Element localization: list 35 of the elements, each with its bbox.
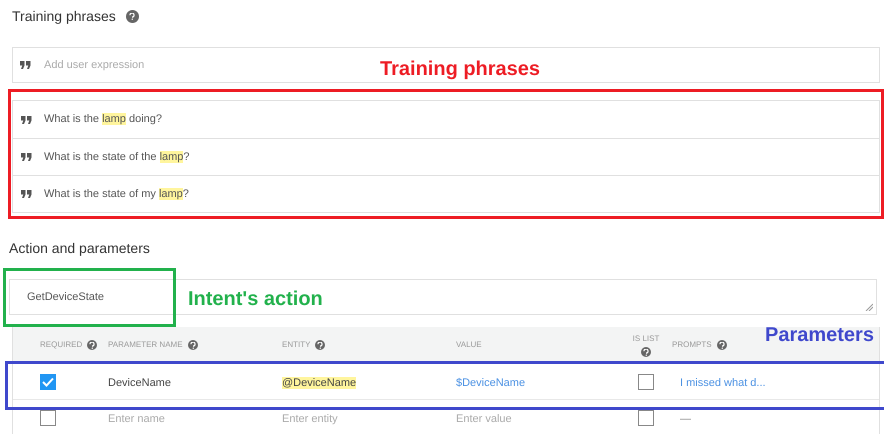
quote-icon [21, 116, 32, 124]
help-icon[interactable] [87, 340, 98, 350]
column-header: PROMPTS [672, 339, 712, 351]
quote-icon [20, 61, 31, 69]
phrase-row[interactable]: What is the state of my lamp? [13, 175, 879, 212]
checkbox[interactable] [638, 410, 654, 426]
annotation-label: Parameters [765, 323, 874, 348]
parameter-name[interactable]: DeviceName [108, 376, 171, 388]
annotation-label: Intent's action [188, 287, 323, 312]
phrase-row[interactable]: What is the state of the lamp? [13, 138, 879, 175]
help-icon[interactable] [126, 10, 139, 23]
checkbox[interactable] [40, 410, 56, 426]
phrase-text: What is the state of my lamp? [44, 186, 189, 202]
column-header: ENTITY [282, 339, 310, 351]
quote-icon [21, 153, 32, 161]
quote-icon [21, 190, 32, 198]
section-title: Training phrases [12, 7, 116, 26]
checkbox[interactable] [638, 374, 654, 390]
help-icon[interactable] [716, 340, 727, 350]
column-header: VALUE [456, 339, 482, 351]
phrase-text: What is the state of the lamp? [44, 150, 190, 165]
annotation-label: Training phrases [380, 57, 540, 82]
section-title: Action and parameters [9, 239, 150, 258]
phrase-text: What is the lamp doing? [44, 112, 162, 128]
prompt-text: — [680, 412, 691, 424]
column-header: REQUIRED [40, 339, 82, 351]
help-icon[interactable] [641, 347, 651, 357]
help-icon[interactable] [315, 340, 326, 350]
column-header: IS LIST [632, 333, 660, 345]
column-header: PARAMETER NAME [108, 339, 183, 351]
entity-name[interactable]: @DeviceName [282, 376, 356, 388]
phrase-row[interactable]: What is the lamp doing? [13, 101, 879, 138]
checkbox[interactable] [40, 374, 56, 390]
help-icon[interactable] [188, 340, 198, 350]
resize-handle-icon[interactable] [865, 303, 873, 311]
